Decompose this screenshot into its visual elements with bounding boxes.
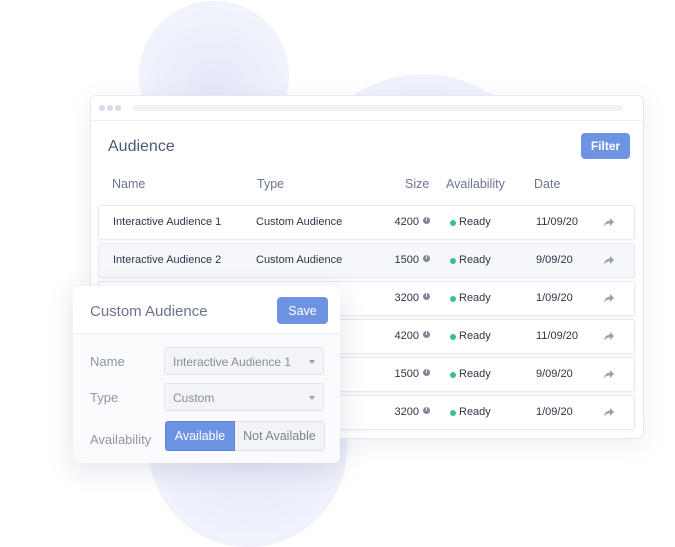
type-label: Type xyxy=(90,390,119,405)
share-icon[interactable] xyxy=(603,368,615,380)
not-available-button[interactable]: Not Available xyxy=(235,421,325,451)
cell-date: 11/09/20 xyxy=(536,330,579,342)
info-icon[interactable]: i xyxy=(423,331,430,338)
page-title: Audience xyxy=(108,138,175,155)
cell-availability: Ready xyxy=(459,330,491,342)
cell-type: Custom Audience xyxy=(256,254,343,266)
share-icon[interactable] xyxy=(603,330,615,342)
info-icon[interactable]: i xyxy=(423,369,430,376)
type-select-value: Custom xyxy=(173,391,215,405)
cell-name: Interactive Audience 2 xyxy=(113,254,222,266)
cell-type: Custom Audience xyxy=(256,216,343,228)
column-header-name[interactable]: Name xyxy=(112,177,145,191)
status-dot xyxy=(450,334,456,340)
save-button[interactable]: Save xyxy=(277,297,328,324)
share-icon[interactable] xyxy=(603,216,615,228)
cell-size: 1500 xyxy=(394,254,419,266)
address-bar xyxy=(133,105,623,111)
custom-audience-card: Custom Audience Save Name Interactive Au… xyxy=(73,286,340,463)
column-header-type[interactable]: Type xyxy=(257,177,284,191)
table-row[interactable]: Interactive Audience 1 Custom Audience 4… xyxy=(98,205,635,240)
status-dot xyxy=(450,372,456,378)
info-icon[interactable]: i xyxy=(423,293,430,300)
column-header-date[interactable]: Date xyxy=(534,177,560,191)
available-button[interactable]: Available xyxy=(165,421,235,451)
name-select[interactable]: Interactive Audience 1 xyxy=(164,347,324,375)
cell-date: 1/09/20 xyxy=(536,292,573,304)
table-row[interactable]: Interactive Audience 2 Custom Audience 1… xyxy=(98,243,635,278)
cell-date: 1/09/20 xyxy=(536,406,573,418)
chevron-down-icon xyxy=(309,360,315,364)
share-icon[interactable] xyxy=(603,254,615,266)
column-header-size[interactable]: Size xyxy=(405,177,429,191)
cell-size: 4200 xyxy=(394,216,419,228)
share-icon[interactable] xyxy=(603,292,615,304)
cell-date: 11/09/20 xyxy=(536,216,579,228)
info-icon[interactable]: i xyxy=(423,217,430,224)
card-title: Custom Audience xyxy=(90,303,208,320)
cell-size: 1500 xyxy=(394,368,419,380)
cell-availability: Ready xyxy=(459,254,491,266)
cell-size: 4200 xyxy=(394,330,419,342)
cell-availability: Ready xyxy=(459,292,491,304)
cell-date: 9/09/20 xyxy=(536,254,573,266)
cell-size: 3200 xyxy=(394,406,419,418)
window-dot xyxy=(115,105,121,111)
name-select-value: Interactive Audience 1 xyxy=(173,355,292,369)
availability-toggle: Available Not Available xyxy=(165,421,325,451)
info-icon[interactable]: i xyxy=(423,255,430,262)
cell-name: Interactive Audience 1 xyxy=(113,216,222,228)
cell-availability: Ready xyxy=(459,406,491,418)
status-dot xyxy=(450,296,456,302)
availability-label: Availability xyxy=(90,432,152,447)
status-dot xyxy=(450,258,456,264)
cell-date: 9/09/20 xyxy=(536,368,573,380)
column-header-availability[interactable]: Availability xyxy=(446,177,505,191)
status-dot xyxy=(450,220,456,226)
window-dot xyxy=(107,105,113,111)
chevron-down-icon xyxy=(309,396,315,400)
window-dot xyxy=(99,105,105,111)
cell-availability: Ready xyxy=(459,216,491,228)
type-select[interactable]: Custom xyxy=(164,383,324,411)
window-titlebar xyxy=(91,96,643,121)
share-icon[interactable] xyxy=(603,406,615,418)
info-icon[interactable]: i xyxy=(423,407,430,414)
cell-availability: Ready xyxy=(459,368,491,380)
name-label: Name xyxy=(90,354,125,369)
cell-size: 3200 xyxy=(394,292,419,304)
status-dot xyxy=(450,410,456,416)
filter-button[interactable]: Filter xyxy=(581,133,630,159)
